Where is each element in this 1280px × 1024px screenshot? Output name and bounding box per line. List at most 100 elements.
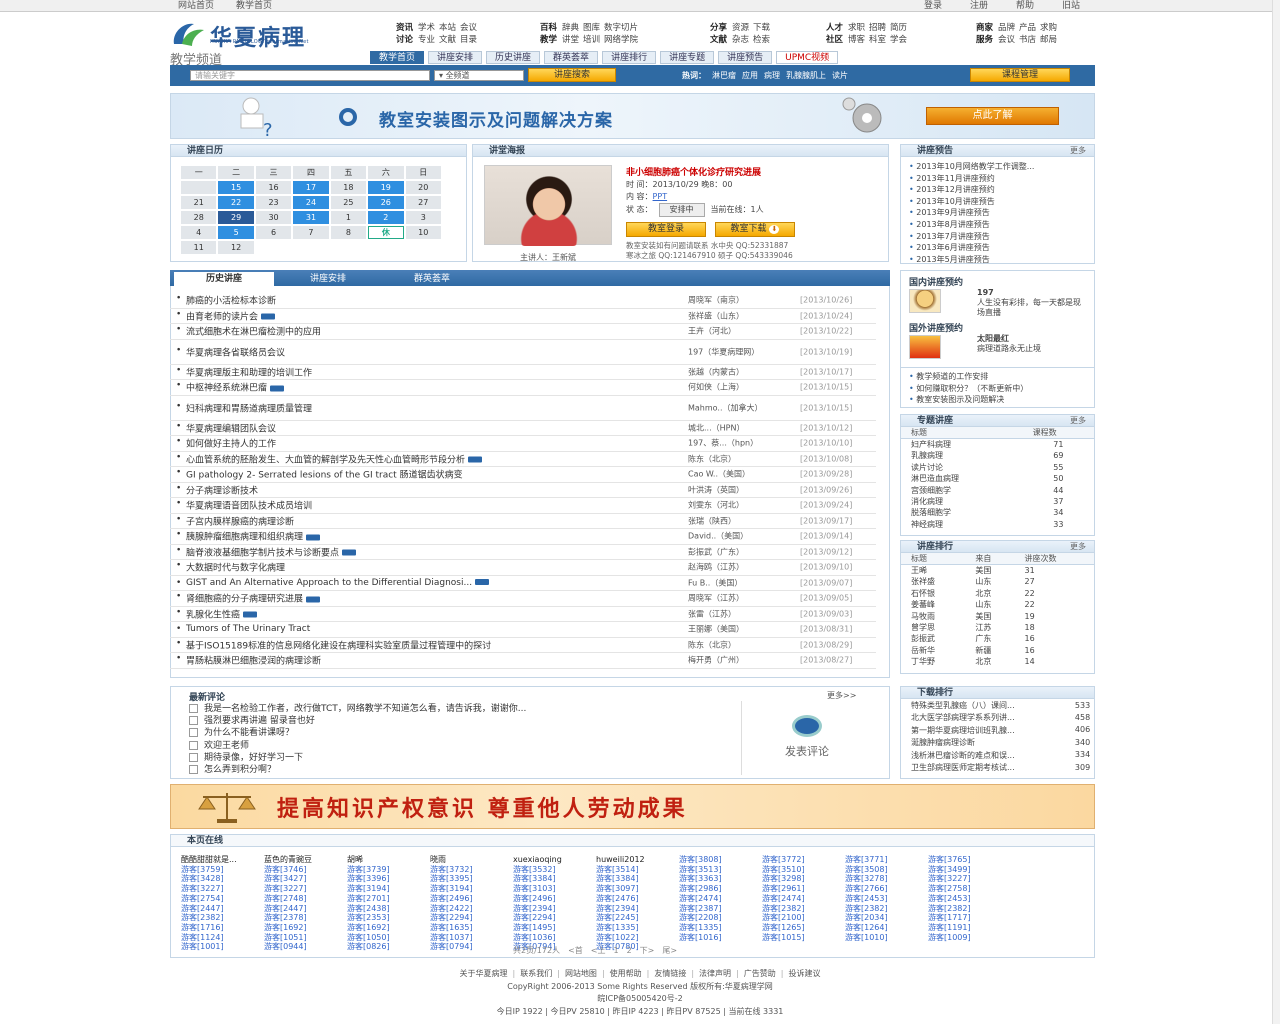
history-row[interactable]: Tumors of The Urinary Tract 王丽娜（美国） [2013/… bbox=[170, 622, 876, 638]
table-row[interactable]: 浅析淋巴瘤诊断的难点和误... 334 bbox=[901, 749, 1094, 761]
online-user[interactable]: 游客[1001] bbox=[181, 942, 264, 952]
online-user[interactable]: 游客[1335] bbox=[596, 923, 679, 933]
table-row[interactable]: 宫颈细胞学 44 bbox=[901, 485, 1094, 496]
calendar-day[interactable]: 11 bbox=[181, 241, 217, 254]
calendar-day[interactable]: 24 bbox=[293, 196, 329, 209]
online-user[interactable]: 游客[2986] bbox=[679, 884, 762, 894]
online-user[interactable]: 游客[2382] bbox=[928, 904, 1011, 914]
preview-item[interactable]: 2013年10月网络教学工作调整... bbox=[909, 161, 1094, 173]
history-row[interactable]: 大数据时代与数字化病理 赵海鸥（江苏） [2013/09/10] bbox=[170, 560, 876, 576]
nav-link[interactable]: 服务 bbox=[976, 35, 993, 45]
comment-item[interactable]: 我是一名检验工作者，改行做TCT，网络教学不知道怎么看，请告诉我，谢谢你... bbox=[189, 703, 526, 715]
history-author[interactable]: 城北...（HPN） bbox=[688, 423, 783, 432]
online-user[interactable]: 游客[2382] bbox=[181, 913, 264, 923]
preview-item[interactable]: 2013年7月讲座预告 bbox=[909, 231, 1094, 243]
calendar-day[interactable]: 30 bbox=[255, 211, 292, 224]
page-link[interactable]: 1 bbox=[613, 946, 618, 955]
history-title[interactable]: 乳腺化生性癌 bbox=[186, 610, 240, 620]
history-row[interactable]: 心血管系统的胚胎发生、大血管的解剖学及先天性心血管畸形节段分析 陈东（北京） [20… bbox=[170, 452, 876, 467]
online-user[interactable]: huweili2012 bbox=[596, 855, 679, 865]
preview-item[interactable]: 2013年8月讲座预告 bbox=[909, 219, 1094, 231]
calendar-day[interactable]: 3 bbox=[405, 211, 441, 224]
channel-tab[interactable]: UPMC视频 bbox=[776, 51, 839, 64]
footer-link[interactable]: 联系我们 bbox=[520, 969, 552, 978]
table-row[interactable]: 乳腺病理 69 bbox=[901, 450, 1094, 461]
online-user[interactable]: 游客[2382] bbox=[762, 904, 845, 914]
rank-more-link[interactable]: 更多 bbox=[1070, 541, 1086, 553]
lecturer-name[interactable]: 曾学思 bbox=[901, 622, 965, 633]
online-user[interactable]: 游客[2378] bbox=[264, 913, 347, 923]
calendar-day[interactable]: 10 bbox=[405, 226, 441, 239]
nav-link[interactable]: 教学 bbox=[540, 35, 557, 45]
table-row[interactable]: 涎腺肿瘤病理诊断 340 bbox=[901, 736, 1094, 748]
domestic-user[interactable]: 197 bbox=[977, 288, 994, 298]
history-title[interactable]: GIST and An Alternative Approach to the … bbox=[186, 578, 472, 588]
online-user[interactable]: 游客[1692] bbox=[347, 923, 430, 933]
online-user[interactable]: 游客[3808] bbox=[679, 855, 762, 865]
download-title[interactable]: 浅析淋巴瘤诊断的难点和误... bbox=[901, 749, 1071, 761]
history-title[interactable]: 肺癌的小活检标本诊断 bbox=[186, 297, 276, 307]
online-user[interactable]: 游客[3508] bbox=[845, 865, 928, 875]
teaching-home-link[interactable]: 教学首页 bbox=[236, 1, 272, 11]
history-row[interactable]: GI pathology 2- Serrated lesions of the … bbox=[170, 467, 876, 483]
nav-link[interactable]: 百科 bbox=[540, 23, 557, 33]
install-banner[interactable]: ? 教室安装图示及问题解决方案 点此了解 bbox=[170, 93, 1095, 139]
preview-item[interactable]: 2013年5月讲座预告 bbox=[909, 254, 1094, 266]
table-row[interactable]: 神经病理 33 bbox=[901, 519, 1094, 530]
online-user[interactable]: 游客[3532] bbox=[513, 865, 596, 875]
online-user[interactable]: 游客[1009] bbox=[928, 933, 1011, 943]
online-user[interactable]: 游客[1264] bbox=[845, 923, 928, 933]
history-author[interactable]: David..（美国） bbox=[688, 532, 783, 541]
info-link[interactable]: 教室安装图示及问题解决 bbox=[909, 394, 1028, 406]
page-link[interactable]: 2 bbox=[627, 946, 632, 955]
table-row[interactable]: 特殊类型乳腺癌（八）课间... 533 bbox=[901, 699, 1094, 711]
history-row[interactable]: 子宫内膜样腺癌的病理诊断 张瑞（陕西） [2013/09/17] bbox=[170, 514, 876, 529]
classroom-download-button[interactable]: 教室下载 ⬇ bbox=[715, 222, 795, 237]
preview-item[interactable]: 2013年9月讲座预告 bbox=[909, 207, 1094, 219]
online-user[interactable]: 游客[3395] bbox=[430, 874, 513, 884]
history-row[interactable]: 中枢神经系统淋巴瘤 何如侠（上海） [2013/10/15] bbox=[170, 380, 876, 396]
history-author[interactable]: Cao W..（美国） bbox=[688, 470, 783, 479]
online-user[interactable]: 游客[3227] bbox=[181, 884, 264, 894]
preview-item[interactable]: 2013年12月讲座预约 bbox=[909, 184, 1094, 196]
calendar-day[interactable]: 16 bbox=[255, 181, 292, 194]
site-logo[interactable]: 华夏病理 HUAXIA PATHOLOGYinformation.Net bbox=[170, 20, 370, 51]
table-row[interactable]: 北大医学部病理学系系列讲... 458 bbox=[901, 711, 1094, 723]
hot-word[interactable]: 淋巴瘤 bbox=[712, 71, 736, 80]
online-user[interactable]: 游客[3298] bbox=[762, 874, 845, 884]
history-row[interactable]: 胰腺肿瘤细胞病理和组织病理 David..（美国） [2013/09/14] bbox=[170, 529, 876, 545]
classroom-login-button[interactable]: 教室登录 bbox=[626, 222, 706, 237]
nav-link[interactable]: 专业 bbox=[418, 35, 435, 45]
calendar-day[interactable]: 25 bbox=[330, 196, 367, 209]
online-user[interactable]: 游客[2453] bbox=[928, 894, 1011, 904]
online-user[interactable]: 游客[3227] bbox=[928, 874, 1011, 884]
online-user[interactable]: 游客[2961] bbox=[762, 884, 845, 894]
online-user[interactable]: 游客[2100] bbox=[762, 913, 845, 923]
nav-link[interactable]: 人才 bbox=[826, 23, 843, 33]
table-row[interactable]: 曾学思 江苏 18 bbox=[901, 622, 1094, 633]
online-user[interactable]: 游客[1495] bbox=[513, 923, 596, 933]
online-user[interactable]: 游客[3194] bbox=[430, 884, 513, 894]
calendar-day[interactable]: 休 bbox=[368, 226, 404, 239]
history-title[interactable]: Tumors of The Urinary Tract bbox=[186, 624, 310, 634]
online-user[interactable]: 游客[1015] bbox=[762, 933, 845, 943]
topic-name[interactable]: 神经病理 bbox=[901, 519, 1023, 530]
nav-link[interactable]: 招聘 bbox=[869, 23, 886, 33]
comments-more-link[interactable]: 更多>> bbox=[827, 690, 856, 701]
online-user[interactable]: 游客[3771] bbox=[845, 855, 928, 865]
calendar-day[interactable]: 5 bbox=[218, 226, 254, 239]
history-author[interactable]: 王丽娜（美国） bbox=[688, 625, 783, 634]
table-row[interactable]: 卫生部病理医师定期考核试... 309 bbox=[901, 761, 1094, 773]
table-row[interactable]: 姜蕃峰 山东 22 bbox=[901, 599, 1094, 610]
online-user[interactable]: 游客[3227] bbox=[264, 884, 347, 894]
tab-schedule[interactable]: 讲座安排 bbox=[278, 272, 378, 286]
online-user[interactable]: 游客[2422] bbox=[430, 904, 513, 914]
footer-link[interactable]: 法律声明 bbox=[699, 969, 731, 978]
comment-item[interactable]: 期待录像，好好学习一下 bbox=[189, 752, 526, 764]
calendar-day[interactable]: 8 bbox=[330, 226, 367, 239]
channel-tab[interactable]: 讲座预告 bbox=[718, 51, 773, 64]
table-row[interactable]: 脱落细胞学 34 bbox=[901, 507, 1094, 518]
page-link[interactable]: <首 bbox=[568, 946, 583, 955]
hot-word[interactable]: 病理 bbox=[764, 71, 780, 80]
download-title[interactable]: 特殊类型乳腺癌（八）课间... bbox=[901, 699, 1071, 711]
